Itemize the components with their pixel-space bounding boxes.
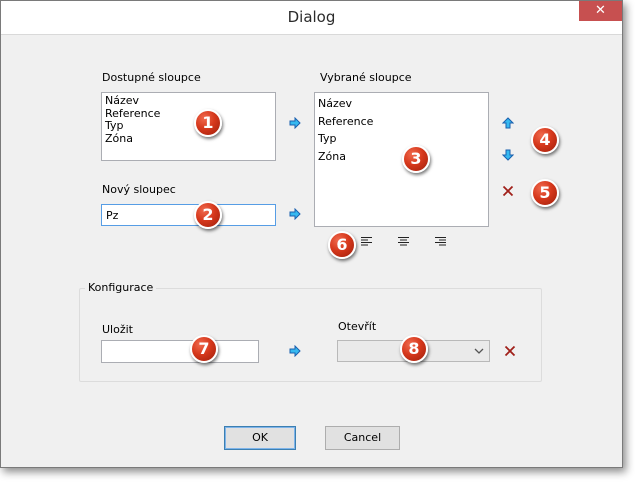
callout-marker: 4	[531, 126, 559, 154]
save-label: Uložit	[102, 323, 133, 336]
available-columns-label: Dostupné sloupce	[102, 71, 201, 84]
new-column-input[interactable]	[101, 204, 276, 226]
callout-marker: 8	[400, 335, 428, 363]
configuration-title: Konfigurace	[85, 281, 157, 294]
align-center-icon[interactable]	[397, 236, 410, 247]
save-config-arrow-icon[interactable]	[289, 345, 301, 357]
delete-column-x-icon[interactable]	[502, 185, 514, 197]
callout-marker: 7	[190, 335, 218, 363]
align-left-icon[interactable]	[360, 236, 373, 247]
selected-columns-label: Vybrané sloupce	[320, 71, 412, 84]
close-icon: ✕	[595, 3, 606, 18]
callout-marker: 2	[194, 201, 222, 229]
callout-marker: 6	[328, 231, 356, 259]
callout-marker: 5	[531, 179, 559, 207]
list-item[interactable]: Reference	[102, 107, 275, 121]
list-item[interactable]: Název	[102, 94, 275, 108]
add-column-arrow-icon[interactable]	[289, 117, 301, 129]
list-item[interactable]: Typ	[102, 119, 275, 133]
ok-button[interactable]: OK	[224, 426, 296, 450]
configuration-group	[79, 288, 542, 382]
list-item[interactable]: Typ	[315, 130, 488, 148]
callout-marker: 1	[194, 109, 222, 137]
callout-marker: 3	[402, 145, 430, 173]
chevron-down-icon	[474, 348, 484, 354]
list-item[interactable]: Zóna	[102, 132, 275, 146]
dialog-window: Dialog ✕ Dostupné sloupce Název Referenc…	[0, 0, 623, 468]
available-columns-list[interactable]: Název Reference Typ Zóna	[101, 92, 276, 161]
align-right-icon[interactable]	[434, 236, 447, 247]
open-label: Otevřít	[338, 320, 377, 333]
cancel-button[interactable]: Cancel	[325, 426, 400, 450]
list-item[interactable]: Název	[315, 95, 488, 113]
delete-config-x-icon[interactable]	[504, 345, 516, 357]
list-item[interactable]: Reference	[315, 113, 488, 131]
window-title: Dialog	[287, 8, 336, 26]
save-config-input[interactable]	[101, 340, 259, 363]
close-button[interactable]: ✕	[579, 1, 622, 21]
add-new-column-arrow-icon[interactable]	[289, 208, 301, 220]
move-up-arrow-icon[interactable]	[502, 117, 514, 129]
move-down-arrow-icon[interactable]	[502, 149, 514, 161]
title-bar[interactable]: Dialog ✕	[1, 1, 622, 35]
new-column-label: Nový sloupec	[102, 183, 176, 196]
